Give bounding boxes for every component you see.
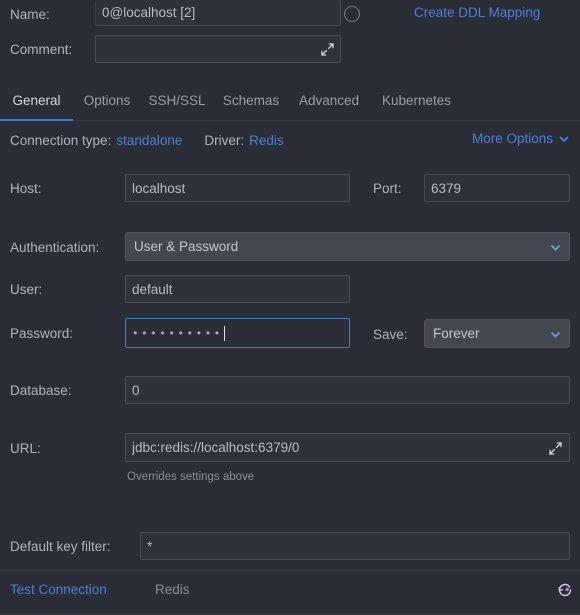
name-label: Name: (10, 6, 50, 22)
key-filter-input-value: * (147, 538, 153, 554)
password-input[interactable]: •••••••••• (125, 318, 350, 348)
url-label: URL: (10, 440, 41, 456)
driver-status-label: Redis (155, 582, 190, 597)
user-input-value: default (132, 281, 173, 297)
tab-kubernetes[interactable]: Kubernetes (369, 88, 464, 108)
text-caret (223, 325, 225, 341)
name-input-value: 0@localhost [2] (102, 5, 196, 20)
port-input[interactable]: 6379 (424, 174, 570, 202)
password-row: Password: (10, 318, 73, 348)
user-label: User: (10, 281, 43, 297)
tab-ssh-ssl[interactable]: SSH/SSL (141, 88, 213, 108)
port-label: Port: (373, 180, 402, 196)
database-input-value: 0 (132, 382, 140, 398)
comment-label: Comment: (10, 41, 73, 57)
host-input[interactable]: localhost (125, 174, 350, 202)
authentication-value: User & Password (134, 239, 239, 254)
database-row: Database: (10, 376, 72, 404)
save-value: Forever (433, 326, 480, 341)
connection-type-label: Connection type: (10, 132, 112, 148)
user-row: User: (10, 275, 42, 303)
url-hint: Overrides settings above (127, 471, 255, 483)
port-input-value: 6379 (431, 180, 462, 196)
tab-schemas[interactable]: Schemas (213, 88, 289, 108)
password-input-value: •••••••••• (132, 326, 223, 340)
more-options-label: More Options (471, 131, 553, 146)
active-tab-indicator (0, 119, 73, 121)
host-label: Host: (10, 180, 42, 196)
revert-circular-arrow-icon[interactable] (556, 581, 574, 599)
bottom-edge-separator (0, 613, 580, 614)
comment-input[interactable] (95, 35, 341, 63)
key-filter-input[interactable]: * (140, 532, 570, 560)
name-generate-toggle-icon[interactable] (342, 4, 362, 24)
database-label: Database: (10, 382, 72, 398)
create-ddl-mapping-link[interactable]: Create DDL Mapping (414, 5, 540, 20)
key-filter-label: Default key filter: (10, 538, 111, 554)
database-input[interactable]: 0 (125, 376, 570, 404)
tab-bar-separator (0, 120, 580, 121)
url-input-value: jdbc:redis://localhost:6379/0 (132, 440, 300, 455)
more-options-button[interactable]: More Options (472, 131, 570, 146)
user-input[interactable]: default (125, 275, 350, 303)
authentication-row: Authentication: (10, 233, 99, 261)
expand-diagonal-icon[interactable] (548, 441, 563, 456)
circle-icon (344, 6, 360, 22)
tab-options[interactable]: Options (73, 88, 141, 108)
host-input-value: localhost (132, 180, 186, 196)
chevron-down-icon (558, 133, 570, 145)
authentication-dropdown[interactable]: User & Password (125, 232, 570, 261)
expand-diagonal-icon[interactable] (320, 42, 335, 57)
tab-general[interactable]: General (0, 88, 73, 108)
driver-label: Driver: (204, 132, 245, 148)
password-label: Password: (10, 325, 74, 341)
url-row: URL: (10, 434, 41, 462)
name-input[interactable]: 0@localhost [2] (95, 0, 341, 26)
driver-value[interactable]: Redis (249, 133, 284, 148)
tab-advanced[interactable]: Advanced (289, 88, 369, 108)
tab-bar: General Options SSH/SSL Schemas Advanced… (0, 88, 580, 121)
url-input[interactable]: jdbc:redis://localhost:6379/0 (125, 433, 570, 462)
save-row: Save: (373, 320, 408, 348)
port-row: Port: (373, 174, 402, 202)
save-dropdown[interactable]: Forever (424, 319, 570, 348)
chevron-down-icon (549, 328, 561, 340)
bottom-bar: Test Connection Redis (0, 571, 580, 615)
save-label: Save: (373, 326, 408, 342)
host-row: Host: (10, 174, 42, 202)
key-filter-row: Default key filter: (10, 532, 111, 560)
chevron-down-icon (549, 241, 561, 253)
connection-type-value[interactable]: standalone (116, 133, 182, 148)
authentication-label: Authentication: (10, 239, 100, 255)
test-connection-button[interactable]: Test Connection (10, 582, 107, 597)
